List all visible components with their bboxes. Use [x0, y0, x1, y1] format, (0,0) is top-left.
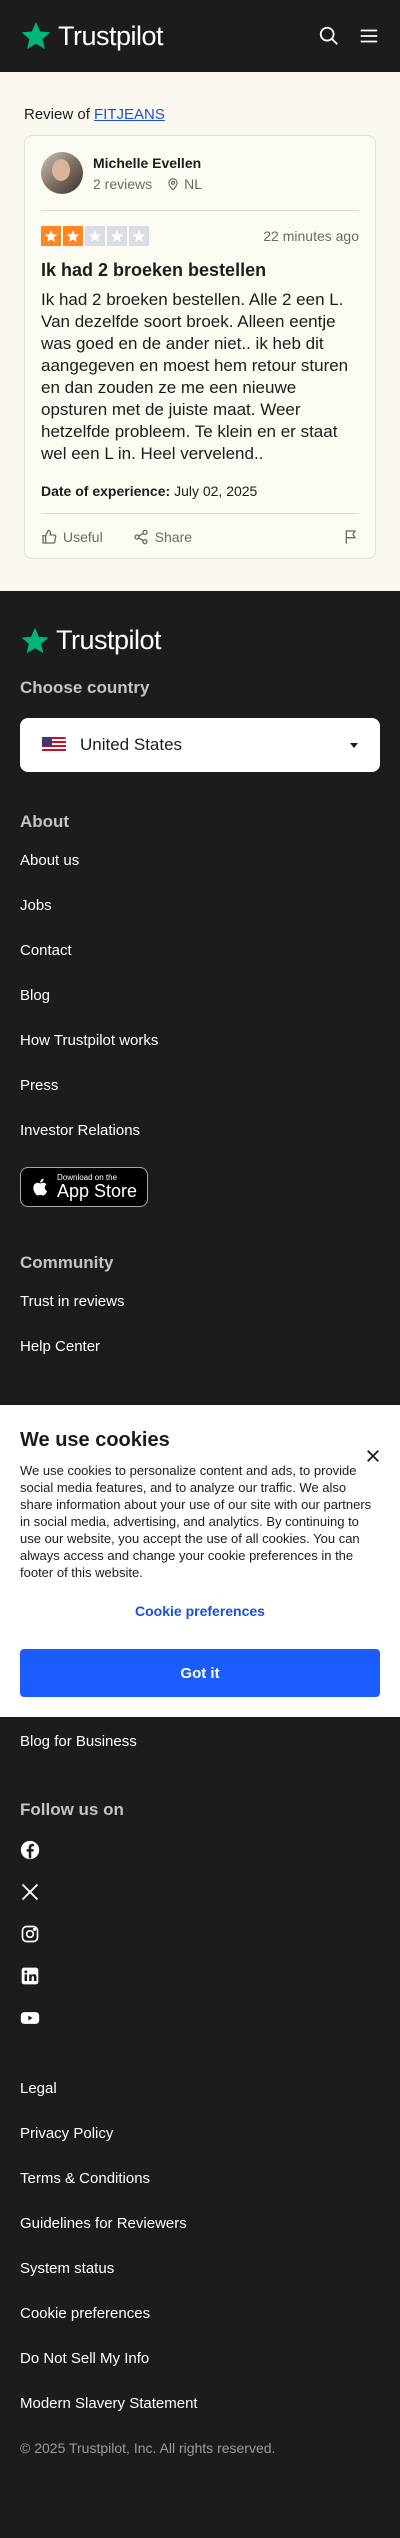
review-of-line: Review of FITJEANS — [24, 106, 376, 123]
footer-link-cookie-preferences[interactable]: Cookie preferences — [20, 2305, 380, 2324]
star-empty-icon — [129, 226, 149, 246]
site-footer-lower: Blog for Business Follow us on Legal Pri… — [0, 1717, 400, 2506]
cookie-text: We use cookies to personalize content an… — [20, 1463, 372, 1580]
site-header: Trustpilot — [0, 0, 400, 72]
star-logo-icon — [21, 627, 49, 653]
location-pin-icon — [168, 177, 178, 191]
star-empty-icon — [85, 226, 105, 246]
follow-heading: Follow us on — [20, 1800, 124, 1819]
footer-link-modern-slavery[interactable]: Modern Slavery Statement — [20, 2395, 380, 2414]
footer-link-system-status[interactable]: System status — [20, 2260, 380, 2279]
chevron-down-icon — [350, 742, 358, 748]
footer-link-help-center[interactable]: Help Center — [20, 1338, 380, 1357]
copyright: © 2025 Trustpilot, Inc. All rights reser… — [20, 2440, 276, 2456]
social-links — [20, 1840, 380, 2028]
cookie-title: We use cookies — [20, 1429, 170, 1451]
review-body: Ik had 2 broeken bestellen. Alle 2 een L… — [41, 290, 349, 463]
us-flag-icon — [42, 737, 66, 753]
app-store-badge[interactable]: Download on the App Store — [20, 1167, 149, 1207]
facebook-icon[interactable] — [20, 1840, 40, 1860]
youtube-icon[interactable] — [20, 2008, 40, 2028]
star-empty-icon — [107, 226, 127, 246]
footer-link-guidelines[interactable]: Guidelines for Reviewers — [20, 2215, 380, 2234]
star-filled-icon — [63, 226, 83, 246]
footer-logo[interactable]: Trustpilot — [20, 625, 380, 656]
footer-logo-text: Trustpilot — [56, 625, 162, 655]
reviewer-location: NL — [184, 175, 203, 192]
useful-label: Useful — [63, 529, 103, 545]
footer-link-blog-for-business[interactable]: Blog for Business — [20, 1733, 380, 1752]
x-twitter-icon[interactable] — [20, 1882, 40, 1902]
close-icon[interactable] — [364, 1447, 382, 1465]
cookie-banner: We use cookies We use cookies to persona… — [0, 1405, 400, 1717]
search-icon[interactable] — [318, 25, 340, 47]
linkedin-icon[interactable] — [20, 1966, 40, 1986]
footer-link-do-not-sell[interactable]: Do Not Sell My Info — [20, 2350, 380, 2369]
site-footer: Trustpilot Choose country United States … — [0, 591, 400, 1405]
reviews-count: 2 reviews — [93, 175, 153, 192]
footer-link-blog[interactable]: Blog — [20, 987, 380, 1006]
footer-link-contact[interactable]: Contact — [20, 942, 380, 961]
thumbs-up-icon — [42, 529, 57, 544]
footer-link-about-us[interactable]: About us — [20, 852, 380, 871]
reviewer-name[interactable]: Michelle Evellen — [93, 155, 202, 171]
reviewer-info: Michelle Evellen 2 reviews NL — [41, 152, 359, 211]
cookie-preferences-link[interactable]: Cookie preferences — [20, 1603, 380, 1619]
country-select[interactable]: United States — [20, 718, 380, 772]
flag-icon[interactable] — [343, 528, 359, 546]
trustpilot-logo[interactable]: Trustpilot — [20, 20, 164, 52]
community-heading: Community — [20, 1253, 114, 1272]
review-section: Review of FITJEANS Michelle Evellen 2 re… — [0, 72, 400, 591]
review-card: Michelle Evellen 2 reviews NL 22 minutes… — [24, 135, 376, 559]
apple-icon — [33, 1178, 48, 1196]
star-rating — [41, 226, 149, 246]
footer-link-press[interactable]: Press — [20, 1077, 380, 1096]
logo-text: Trustpilot — [58, 20, 164, 51]
share-icon — [134, 529, 148, 545]
avatar[interactable] — [41, 152, 83, 194]
footer-link-jobs[interactable]: Jobs — [20, 897, 380, 916]
date-of-experience: Date of experience: July 02, 2025 — [41, 483, 359, 499]
company-link[interactable]: FITJEANS — [94, 106, 165, 123]
useful-button[interactable]: Useful — [41, 529, 103, 545]
share-label: Share — [154, 529, 193, 545]
about-heading: About — [20, 812, 70, 831]
share-button[interactable]: Share — [133, 529, 192, 545]
instagram-icon[interactable] — [20, 1924, 40, 1944]
country-value: United States — [80, 735, 183, 754]
doe-label: Date of experience: — [41, 483, 171, 499]
footer-link-privacy-policy[interactable]: Privacy Policy — [20, 2125, 380, 2144]
footer-link-how-it-works[interactable]: How Trustpilot works — [20, 1032, 380, 1051]
choose-country-heading: Choose country — [20, 678, 150, 697]
star-logo-icon — [21, 22, 51, 50]
review-of-prefix: Review of — [24, 106, 90, 123]
footer-link-legal[interactable]: Legal — [20, 2080, 380, 2099]
footer-link-terms[interactable]: Terms & Conditions — [20, 2170, 380, 2189]
review-title[interactable]: Ik had 2 broeken bestellen — [41, 260, 359, 281]
doe-value: July 02, 2025 — [174, 483, 258, 499]
appstore-big-text: App Store — [57, 1181, 138, 1201]
star-filled-icon — [41, 226, 61, 246]
menu-icon[interactable] — [358, 25, 380, 47]
review-actions: Useful Share — [41, 513, 359, 546]
footer-link-trust-in-reviews[interactable]: Trust in reviews — [20, 1293, 380, 1312]
footer-link-investor-relations[interactable]: Investor Relations — [20, 1122, 380, 1141]
got-it-button[interactable]: Got it — [20, 1649, 380, 1697]
review-time: 22 minutes ago — [263, 228, 359, 244]
